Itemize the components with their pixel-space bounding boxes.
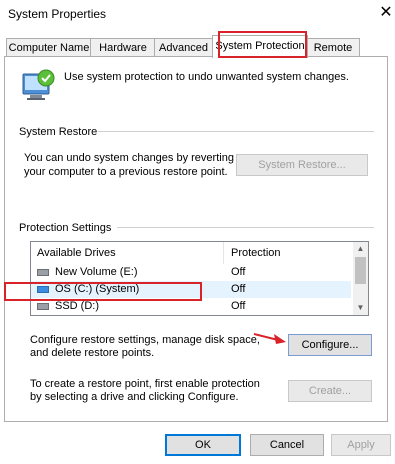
create-desc-line1: To create a restore point, first enable …	[30, 378, 260, 390]
system-restore-separator	[98, 131, 374, 132]
window-title: System Properties	[8, 7, 107, 21]
protection-settings-heading: Protection Settings	[19, 222, 112, 234]
system-restore-heading: System Restore	[19, 126, 98, 138]
tab-remote[interactable]: Remote	[306, 38, 360, 57]
system-restore-button[interactable]: System Restore...	[236, 154, 368, 176]
tab-page-panel	[4, 56, 388, 422]
tab-hardware[interactable]: Hardware	[90, 38, 156, 57]
configure-desc-line1: Configure restore settings, manage disk …	[30, 334, 260, 346]
system-restore-desc-line1: You can undo system changes by reverting	[24, 152, 234, 164]
column-header-protection[interactable]: Protection	[225, 242, 353, 264]
scroll-down-icon[interactable]: ▼	[353, 301, 368, 315]
drive-protection: Off	[231, 283, 246, 295]
system-restore-desc-line2: your computer to a previous restore poin…	[24, 166, 228, 178]
scroll-thumb[interactable]	[355, 257, 366, 284]
column-header-available-drives[interactable]: Available Drives	[31, 242, 221, 264]
create-desc-line2: by selecting a drive and clicking Config…	[30, 391, 239, 403]
tab-computer-name[interactable]: Computer Name	[6, 38, 92, 57]
scroll-up-icon[interactable]: ▲	[353, 242, 368, 256]
apply-button[interactable]: Apply	[331, 434, 391, 456]
list-scrollbar[interactable]: ▲ ▼	[353, 242, 368, 315]
configure-desc-line2: and delete restore points.	[30, 347, 155, 359]
system-protection-icon	[22, 69, 55, 100]
close-icon[interactable]: ✕	[378, 4, 394, 22]
drives-list[interactable]: Available Drives Protection New Volume (…	[30, 241, 369, 316]
drive-name: New Volume (E:)	[55, 266, 138, 278]
protection-settings-separator	[117, 227, 374, 228]
intro-text: Use system protection to undo unwanted s…	[64, 71, 349, 83]
configure-button[interactable]: Configure...	[288, 334, 372, 356]
create-button[interactable]: Create...	[288, 380, 372, 402]
drive-protection: Off	[231, 300, 246, 312]
ok-button[interactable]: OK	[165, 434, 241, 456]
drive-protection: Off	[231, 266, 246, 278]
tab-highlight-box	[218, 31, 307, 58]
pointer-arrow-icon	[253, 333, 286, 344]
drive-row-new-volume[interactable]: New Volume (E:) Off	[31, 264, 351, 281]
tab-advanced[interactable]: Advanced	[154, 38, 213, 57]
column-separator	[223, 242, 224, 264]
cancel-button[interactable]: Cancel	[250, 434, 324, 456]
drive-icon	[37, 303, 49, 310]
selected-drive-highlight-box	[4, 282, 202, 301]
drive-icon	[37, 269, 49, 276]
